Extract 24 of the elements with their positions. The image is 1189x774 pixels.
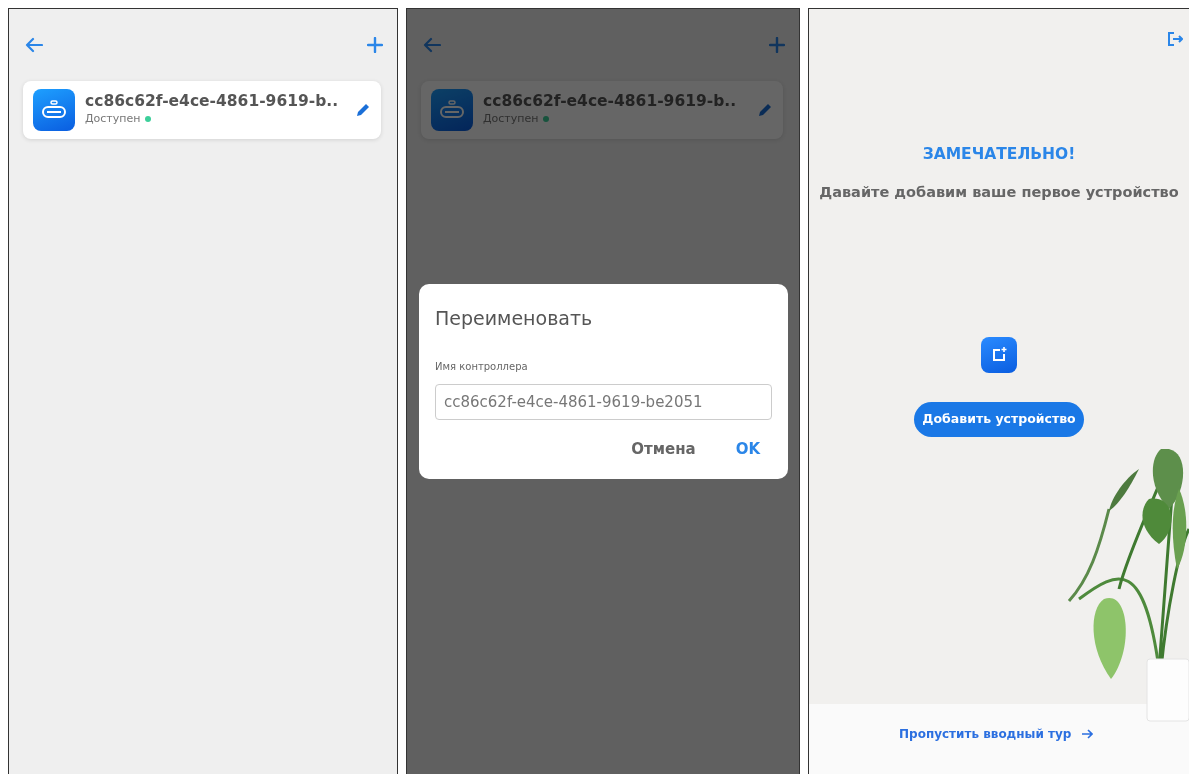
add-device-icon xyxy=(981,337,1017,373)
plus-icon[interactable] xyxy=(769,37,785,53)
device-icon xyxy=(431,89,473,131)
device-icon xyxy=(33,89,75,131)
device-name: cc86c62f-e4ce-4861-9619-b.. xyxy=(85,92,340,112)
logout-icon[interactable] xyxy=(1167,31,1183,47)
back-arrow-icon[interactable] xyxy=(423,37,441,53)
status-text: Доступен xyxy=(85,111,141,128)
device-name: cc86c62f-e4ce-4861-9619-b.. xyxy=(483,92,738,112)
name-field[interactable]: cc86c62f-e4ce-4861-9619-be2051 xyxy=(435,383,772,420)
add-device-button[interactable]: Добавить устройство xyxy=(914,402,1084,437)
cancel-button[interactable]: Отмена xyxy=(631,438,696,461)
skip-tour-link[interactable]: Пропустить вводный тур xyxy=(899,725,1072,743)
right-arrow-icon[interactable] xyxy=(1081,729,1094,739)
onboarding-title: ЗАМЕЧАТЕЛЬНО! xyxy=(922,144,1076,165)
pencil-icon[interactable] xyxy=(757,102,773,118)
plus-icon[interactable] xyxy=(367,37,383,53)
dialog-title: Переименовать xyxy=(435,306,594,331)
back-arrow-icon[interactable] xyxy=(25,37,43,53)
device-card[interactable]: cc86c62f-e4ce-4861-9619-b.. Доступен xyxy=(23,81,381,139)
field-label: Имя контроллера xyxy=(435,359,529,374)
pencil-icon[interactable] xyxy=(355,102,371,118)
ok-button[interactable]: OK xyxy=(735,438,760,461)
onboarding-subtitle: Давайте добавим ваше первое устройство xyxy=(819,183,1179,203)
